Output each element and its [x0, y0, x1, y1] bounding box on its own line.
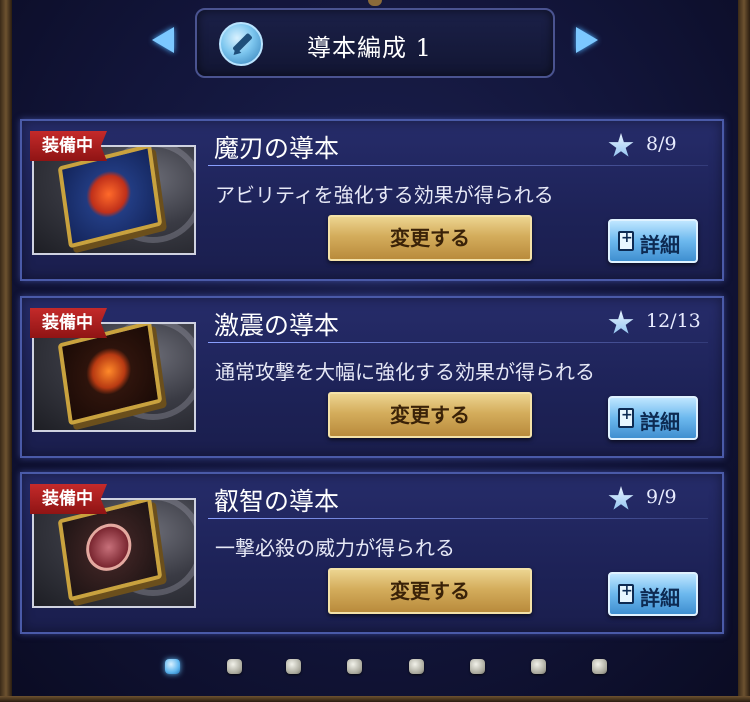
book-name: 激震の導本 [214, 311, 340, 340]
book-card-1: 装備中 魔刃の導本 8/9 アビリティを強化する効果が得られる 変更する 詳細 [20, 119, 724, 281]
change-button[interactable]: 変更する [328, 568, 532, 614]
star-icon [608, 310, 634, 334]
page-dot[interactable] [592, 659, 607, 674]
book-thumbnail [32, 145, 196, 255]
change-button[interactable]: 変更する [328, 392, 532, 438]
screen-background: 導本編成 1 装備中 魔刃の導本 8/9 アビリティを強化する効果が得られる 変… [0, 0, 750, 702]
frame-border-bottom [0, 696, 750, 702]
change-button[interactable]: 変更する [328, 215, 532, 261]
book-detail-icon [618, 407, 634, 428]
equipped-badge: 装備中 [30, 131, 107, 161]
set-header: 導本編成 1 [195, 8, 555, 78]
book-card-3: 装備中 叡智の導本 9/9 一撃必殺の威力が得られる 変更する 詳細 [20, 472, 724, 634]
book-thumbnail [32, 322, 196, 432]
detail-button[interactable]: 詳細 [608, 219, 698, 263]
equipped-badge: 装備中 [30, 484, 107, 514]
title-divider [208, 165, 708, 166]
page-dot[interactable] [165, 659, 180, 674]
star-icon [608, 486, 634, 510]
detail-label: 詳細 [640, 586, 680, 610]
page-dot[interactable] [347, 659, 362, 674]
book-card-2: 装備中 激震の導本 12/13 通常攻撃を大幅に強化する効果が得られる 変更する… [20, 296, 724, 458]
page-dot[interactable] [531, 659, 546, 674]
book-rank: 9/9 [646, 486, 677, 508]
next-set-arrow-icon[interactable] [576, 27, 598, 53]
book-description: アビリティを強化する効果が得られる [215, 183, 554, 207]
frame-ornament [368, 0, 382, 6]
page-dot[interactable] [409, 659, 424, 674]
book-name: 魔刃の導本 [214, 134, 340, 163]
book-description: 通常攻撃を大幅に強化する効果が得られる [215, 360, 595, 384]
book-detail-icon [618, 583, 634, 604]
pencil-edit-icon[interactable] [219, 22, 263, 66]
set-title: 導本編成 1 [307, 34, 432, 62]
page-dot[interactable] [470, 659, 485, 674]
detail-button[interactable]: 詳細 [608, 396, 698, 440]
detail-label: 詳細 [640, 410, 680, 434]
book-name: 叡智の導本 [214, 487, 340, 516]
page-dot[interactable] [286, 659, 301, 674]
book-rank: 12/13 [646, 310, 701, 332]
equipped-badge: 装備中 [30, 308, 107, 338]
frame-border-left [0, 0, 12, 702]
detail-button[interactable]: 詳細 [608, 572, 698, 616]
title-divider [208, 518, 708, 519]
book-description: 一撃必殺の威力が得られる [215, 536, 455, 560]
star-icon [608, 133, 634, 157]
book-rank: 8/9 [646, 133, 677, 155]
book-thumbnail [32, 498, 196, 608]
prev-set-arrow-icon[interactable] [152, 27, 174, 53]
page-dot[interactable] [227, 659, 242, 674]
book-detail-icon [618, 230, 634, 251]
title-divider [208, 342, 708, 343]
frame-border-right [738, 0, 750, 702]
detail-label: 詳細 [640, 233, 680, 257]
